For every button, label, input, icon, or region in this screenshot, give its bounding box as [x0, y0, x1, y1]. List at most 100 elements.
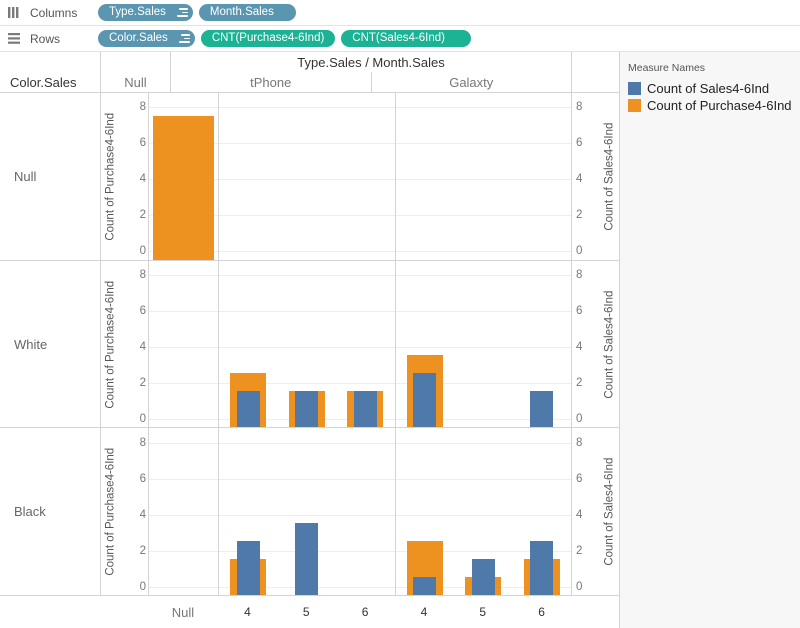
- left-axis-black: Count of Purchase4-6Ind 8 6 4 2 0: [100, 428, 148, 596]
- bottom-tick-tphone-6[interactable]: 6: [336, 605, 395, 619]
- rows-icon: [8, 32, 23, 45]
- tick-0: 0: [139, 580, 146, 593]
- row-header-white[interactable]: White: [0, 261, 100, 428]
- pane-null-galaxty[interactable]: [394, 93, 571, 260]
- mark-slot[interactable]: [454, 261, 513, 428]
- pane-null-tphone[interactable]: [218, 93, 395, 260]
- column-group-null[interactable]: Null: [100, 72, 170, 92]
- mark-slot[interactable]: [513, 261, 572, 428]
- pane-null-null[interactable]: [148, 93, 218, 260]
- mark-slot[interactable]: [396, 261, 455, 428]
- bottom-tick-null[interactable]: Null: [148, 596, 218, 628]
- tick-4: 4: [576, 508, 583, 521]
- tick-4: 4: [139, 341, 146, 353]
- left-axis-null: Count of Purchase4-6Ind 8 6 4 2 0: [100, 93, 148, 260]
- column-field-title: Type.Sales / Month.Sales: [170, 52, 571, 72]
- pill-color-sales[interactable]: Color.Sales: [98, 30, 195, 47]
- rows-shelf-label: Rows: [30, 31, 61, 46]
- worksheet-body: Type.Sales / Month.Sales Color.Sales Nul…: [0, 52, 800, 628]
- tick-4: 4: [576, 341, 583, 353]
- tick-8: 8: [576, 436, 583, 449]
- columns-icon: [8, 6, 23, 19]
- bar-sales[interactable]: [236, 541, 260, 596]
- pill-cnt-sales-label: CNT(Sales4-6Ind): [352, 32, 445, 44]
- bottom-tick-tphone-5[interactable]: 5: [277, 605, 336, 619]
- tick-0: 0: [576, 413, 583, 425]
- panes-white-row: [148, 260, 572, 428]
- panes-null-row: [148, 93, 571, 260]
- mark-slot[interactable]: [219, 261, 278, 428]
- right-axis-ticks: 8 6 4 2 0: [576, 428, 598, 595]
- pill-month-sales[interactable]: Month.Sales: [198, 4, 296, 21]
- column-group-galaxty[interactable]: Galaxty: [370, 72, 572, 92]
- row-header-null[interactable]: Null: [0, 93, 100, 260]
- hierarchy-icon[interactable]: [176, 33, 190, 45]
- mark-slot[interactable]: [278, 428, 337, 596]
- legend-item-sales[interactable]: Count of Sales4-6Ind: [628, 81, 800, 96]
- pill-cnt-purchase[interactable]: CNT(Purchase4-6Ind): [200, 30, 336, 47]
- tick-4: 4: [139, 173, 146, 186]
- bottom-tick-galaxty-6[interactable]: 6: [512, 605, 571, 619]
- bar-sales[interactable]: [353, 391, 377, 428]
- row-header-black[interactable]: Black: [0, 428, 100, 595]
- mark-slot[interactable]: [513, 428, 572, 596]
- tick-2: 2: [139, 209, 146, 222]
- column-group-tphone[interactable]: tPhone: [170, 72, 371, 92]
- left-axis-ticks: 8 6 4 2 0: [124, 93, 146, 260]
- bar-sales[interactable]: [295, 523, 319, 596]
- mark-slot[interactable]: [396, 428, 455, 596]
- mark-slot[interactable]: [336, 261, 395, 428]
- bottom-tick-galaxty-4[interactable]: 4: [395, 605, 454, 619]
- mark-slot[interactable]: [149, 93, 218, 260]
- mark-slot[interactable]: [219, 428, 278, 596]
- bottom-tick-galaxty-5[interactable]: 5: [453, 605, 512, 619]
- tick-6: 6: [139, 137, 146, 150]
- bar-sales[interactable]: [413, 577, 437, 596]
- pill-type-sales[interactable]: Type.Sales: [98, 4, 193, 21]
- pill-cnt-sales[interactable]: CNT(Sales4-6Ind): [341, 30, 471, 47]
- bar-purchase[interactable]: [153, 115, 214, 260]
- tick-0: 0: [576, 245, 583, 258]
- tick-6: 6: [139, 304, 146, 317]
- tableau-worksheet: Columns Type.Sales Month.Sales Rows Colo…: [0, 0, 800, 628]
- bar-sales[interactable]: [530, 541, 554, 596]
- colheader-right-spacer-2: [571, 72, 619, 92]
- columns-shelf[interactable]: Columns Type.Sales Month.Sales: [0, 0, 800, 26]
- left-axis-title: Count of Purchase4-6Ind: [104, 280, 117, 408]
- pane-white-null[interactable]: [148, 260, 218, 428]
- row-band-null: Null Count of Purchase4-6Ind 8 6 4 2 0 8…: [0, 93, 619, 261]
- bar-sales[interactable]: [295, 391, 319, 428]
- bar-sales[interactable]: [530, 391, 554, 428]
- bar-sales[interactable]: [236, 391, 260, 428]
- row-field-title: Color.Sales: [10, 74, 77, 90]
- left-axis-ticks: 8 6 4 2 0: [124, 261, 146, 428]
- tick-0: 0: [139, 413, 146, 425]
- legend-item-purchase[interactable]: Count of Purchase4-6Ind: [628, 98, 800, 113]
- bottom-axis: Null 4 5 6 4 5 6: [0, 596, 619, 628]
- pane-white-tphone[interactable]: [218, 260, 395, 428]
- mark-slot[interactable]: [278, 261, 337, 428]
- pane-black-tphone[interactable]: [218, 428, 395, 596]
- hierarchy-icon[interactable]: [174, 7, 188, 19]
- tick-4: 4: [139, 508, 146, 521]
- mark-slot[interactable]: [454, 428, 513, 596]
- rows-shelf[interactable]: Rows Color.Sales CNT(Purchase4-6Ind) CNT…: [0, 26, 800, 52]
- bar-sales[interactable]: [471, 559, 495, 596]
- left-axis-title: Count of Purchase4-6Ind: [104, 112, 117, 241]
- right-axis-ticks: 8 6 4 2 0: [576, 261, 598, 428]
- bottom-tick-tphone-4[interactable]: 4: [218, 605, 277, 619]
- pane-black-null[interactable]: [148, 428, 218, 596]
- tick-2: 2: [576, 377, 583, 389]
- mark-slot[interactable]: [336, 428, 395, 595]
- columns-shelf-label: Columns: [30, 5, 78, 20]
- legend-title: Measure Names: [628, 62, 706, 74]
- left-axis-ticks: 8 6 4 2 0: [124, 428, 146, 595]
- left-axis-title: Count of Purchase4-6Ind: [104, 447, 117, 576]
- pill-month-sales-label: Month.Sales: [209, 6, 274, 18]
- legend-swatch-purchase: [628, 99, 641, 112]
- column-headers: Type.Sales / Month.Sales Color.Sales Nul…: [0, 52, 619, 93]
- pane-black-galaxty[interactable]: [394, 428, 572, 596]
- pane-white-galaxty[interactable]: [394, 260, 572, 428]
- bar-sales[interactable]: [413, 373, 437, 428]
- colheader-right-spacer: [571, 52, 619, 72]
